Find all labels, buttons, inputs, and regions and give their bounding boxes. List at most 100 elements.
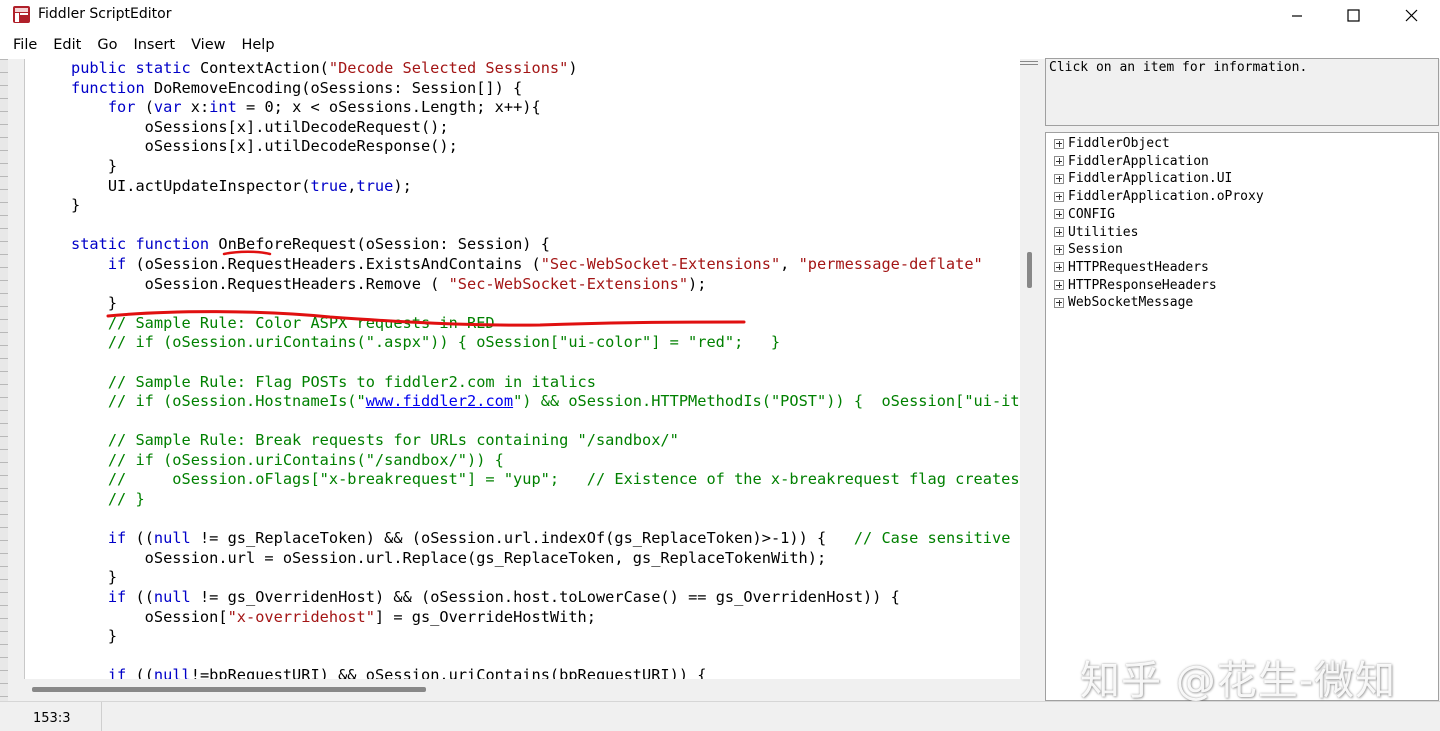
tree-item[interactable]: FiddlerApplication.oProxy (1054, 188, 1264, 205)
tree-item[interactable]: Utilities (1054, 224, 1138, 241)
code-token: } (71, 627, 118, 646)
menu-edit[interactable]: Edit (45, 31, 89, 59)
code-line[interactable]: // if (oSession.uriContains("/sandbox/")… (71, 451, 1020, 471)
code-line[interactable]: // oSession.oFlags["x-breakrequest"] = "… (71, 470, 1020, 490)
tree-item[interactable]: FiddlerObject (1054, 135, 1170, 152)
expand-plus-icon[interactable] (1054, 138, 1064, 149)
code-token: ) (568, 59, 578, 77)
code-editor[interactable]: public static ContextAction("Decode Sele… (24, 59, 1020, 679)
code-line[interactable]: } (71, 196, 1020, 216)
menu-insert[interactable]: Insert (125, 31, 183, 59)
code-token: oSessions[x].utilDecodeRequest(); (71, 117, 449, 136)
horizontal-scroll-thumb[interactable] (32, 687, 426, 692)
code-line[interactable]: } (71, 627, 1020, 647)
code-line[interactable]: oSession.RequestHeaders.Remove ( "Sec-We… (71, 275, 1020, 295)
code-line[interactable]: // if (oSession.uriContains(".aspx")) { … (71, 333, 1020, 353)
code-token: !=bpRequestURI) && oSession.uriContains(… (190, 666, 707, 679)
menu-help[interactable]: Help (233, 31, 282, 59)
tree-item[interactable]: FiddlerApplication (1054, 153, 1209, 170)
tree-item-label: HTTPRequestHeaders (1068, 259, 1209, 275)
tree-item[interactable]: CONFIG (1054, 206, 1115, 223)
menu-go[interactable]: Go (89, 31, 125, 59)
tree-item[interactable]: WebSocketMessage (1054, 294, 1193, 311)
expand-plus-icon[interactable] (1054, 173, 1064, 184)
expand-plus-icon[interactable] (1054, 262, 1064, 273)
expand-plus-icon[interactable] (1054, 244, 1064, 255)
minimize-button[interactable] (1268, 0, 1326, 31)
code-line[interactable]: for (var x:int = 0; x < oSessions.Length… (71, 98, 1020, 118)
code-token: // if (oSession.HostnameIs(" (71, 392, 366, 411)
code-token: null (153, 588, 191, 607)
code-line[interactable]: // if (oSession.HostnameIs("www.fiddler2… (71, 392, 1020, 412)
code-line[interactable]: if ((null!=bpRequestURI) && oSession.uri… (71, 666, 1020, 679)
code-line[interactable]: if ((null != gs_OverridenHost) && (oSess… (71, 588, 1020, 608)
tree-item[interactable]: Session (1054, 241, 1123, 258)
expand-plus-icon[interactable] (1054, 280, 1064, 291)
code-token: } (71, 196, 81, 215)
code-line[interactable]: UI.actUpdateInspector(true,true); (71, 177, 1020, 197)
code-line[interactable]: // Sample Rule: Flag POSTs to fiddler2.c… (71, 373, 1020, 393)
code-line[interactable]: if ((null != gs_ReplaceToken) && (oSessi… (71, 529, 1020, 549)
close-button[interactable] (1382, 0, 1440, 31)
code-line[interactable] (71, 216, 1020, 236)
code-line[interactable]: function DoRemoveEncoding(oSessions: Ses… (71, 79, 1020, 99)
tree-item-label: FiddlerApplication.oProxy (1068, 189, 1264, 205)
tree-item[interactable]: HTTPRequestHeaders (1054, 259, 1209, 276)
status-bar: 153:3 (0, 701, 1440, 731)
maximize-button[interactable] (1324, 0, 1382, 31)
code-line[interactable]: oSessions[x].utilDecodeRequest(); (71, 118, 1020, 138)
code-token: } (71, 294, 118, 313)
code-line[interactable]: if (oSession.RequestHeaders.ExistsAndCon… (71, 255, 1020, 275)
code-token: "permessage-deflate" (798, 254, 983, 273)
menu-view[interactable]: View (183, 31, 233, 59)
code-line[interactable]: oSession["x-overridehost"] = gs_Override… (71, 608, 1020, 628)
code-line[interactable] (71, 510, 1020, 530)
code-line[interactable] (71, 647, 1020, 667)
code-line[interactable]: // Sample Rule: Break requests for URLs … (71, 431, 1020, 451)
code-line[interactable]: public static ContextAction("Decode Sele… (71, 59, 1020, 79)
expand-plus-icon[interactable] (1054, 227, 1064, 237)
code-token: oSession.RequestHeaders.Remove ( (71, 274, 449, 293)
code-line[interactable]: // } (71, 490, 1020, 510)
tree-item[interactable]: HTTPResponseHeaders (1054, 277, 1217, 294)
code-token: ") && oSession.HTTPMethodIs("POST")) { o… (513, 392, 1020, 411)
cursor-position: 153:3 (33, 711, 71, 726)
expand-plus-icon[interactable] (1054, 156, 1064, 167)
splitter-grip-icon[interactable] (1020, 61, 1038, 65)
vertical-scroll-thumb[interactable] (1027, 252, 1032, 288)
code-token: // oSession.oFlags["x-breakrequest"] = "… (107, 470, 1020, 489)
tree-item-label: HTTPResponseHeaders (1068, 277, 1217, 293)
code-line[interactable]: oSession.url = oSession.url.Replace(gs_R… (71, 549, 1020, 569)
expand-plus-icon[interactable] (1054, 209, 1064, 220)
expand-plus-icon[interactable] (1054, 297, 1064, 308)
horizontal-scrollbar[interactable] (24, 679, 1020, 701)
code-token: oSessions[x].utilDecodeResponse(); (71, 137, 458, 156)
code-token: for (107, 98, 145, 117)
tree-item-label: Session (1068, 242, 1123, 258)
code-token: != gs_OverridenHost) && (oSession.host.t… (190, 588, 900, 607)
code-token: // Case sensitive (853, 529, 1011, 548)
expand-plus-icon[interactable] (1054, 191, 1064, 202)
code-line[interactable]: oSessions[x].utilDecodeResponse(); (71, 137, 1020, 157)
class-explorer-tree[interactable]: FiddlerObject FiddlerApplication Fiddler… (1045, 132, 1439, 701)
tree-item-label: FiddlerObject (1068, 136, 1170, 151)
code-line[interactable]: } (71, 294, 1020, 314)
code-token: if (107, 588, 136, 607)
tree-item[interactable]: FiddlerApplication.UI (1054, 170, 1232, 187)
code-link[interactable]: www.fiddler2.com (366, 392, 513, 410)
vertical-scrollbar[interactable] (1020, 59, 1038, 679)
code-line[interactable] (71, 353, 1020, 373)
close-icon (1405, 9, 1417, 22)
code-token: , (780, 254, 799, 273)
code-token: } (71, 568, 118, 587)
code-line[interactable]: } (71, 157, 1020, 177)
code-line[interactable] (71, 412, 1020, 432)
code-line[interactable]: static function OnBeforeRequest(oSession… (71, 235, 1020, 255)
code-line[interactable]: } (71, 568, 1020, 588)
tree-item-label: Utilities (1068, 224, 1139, 240)
code-line[interactable]: // Sample Rule: Color ASPX requests in R… (71, 314, 1020, 334)
code-text[interactable]: public static ContextAction("Decode Sele… (71, 59, 1020, 679)
menu-file[interactable]: File (5, 31, 45, 59)
